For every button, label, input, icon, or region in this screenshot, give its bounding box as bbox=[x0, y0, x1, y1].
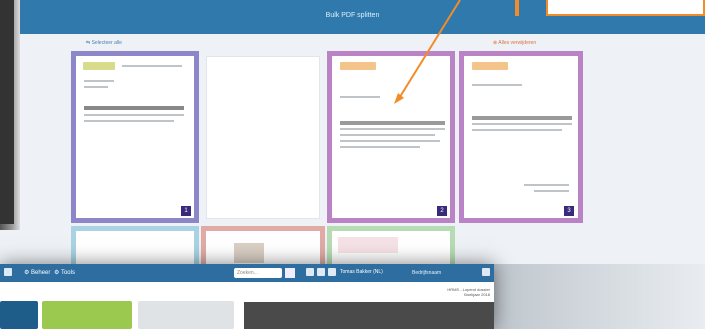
search-icon[interactable] bbox=[285, 268, 295, 278]
menu-icon[interactable] bbox=[4, 268, 12, 276]
app-window: ⚙ Beheer ⚙ Tools Zoeken... Tomas Bakker … bbox=[0, 264, 494, 329]
pdf-page-card[interactable] bbox=[327, 226, 455, 266]
pdf-page-card[interactable] bbox=[206, 56, 320, 219]
pdf-page-card[interactable] bbox=[71, 226, 199, 266]
select-all-link[interactable]: ⇆ Selecteer alle bbox=[86, 40, 122, 46]
background-panel bbox=[0, 0, 14, 224]
doc-logo bbox=[472, 62, 508, 70]
tile[interactable] bbox=[42, 301, 132, 329]
page-number-badge: 2 bbox=[437, 206, 447, 216]
help-icon[interactable] bbox=[317, 268, 325, 276]
preview-pane bbox=[244, 302, 494, 329]
nav-beheer[interactable]: ⚙ Beheer bbox=[24, 269, 50, 276]
pdf-page-card[interactable]: 1 bbox=[71, 51, 199, 223]
pdf-page-card[interactable] bbox=[201, 226, 325, 266]
doc-logo bbox=[340, 62, 376, 70]
tile[interactable] bbox=[0, 301, 38, 329]
top-navbar: ⚙ Beheer ⚙ Tools Zoeken... Tomas Bakker … bbox=[0, 264, 494, 282]
search-input[interactable]: Zoeken... bbox=[234, 268, 282, 278]
logout-icon[interactable] bbox=[482, 268, 490, 276]
page-number-badge: 1 bbox=[181, 206, 191, 216]
phone-icon[interactable] bbox=[328, 268, 336, 276]
doc-logo bbox=[83, 62, 115, 70]
callout-line bbox=[515, 0, 519, 16]
pdf-page-card[interactable]: 2 bbox=[327, 51, 455, 223]
user-info[interactable]: Tomas Bakker (NL) bbox=[340, 269, 383, 275]
callout-box bbox=[546, 0, 705, 16]
pdf-page-card[interactable]: 3 bbox=[459, 51, 583, 223]
page-number-badge: 3 bbox=[564, 206, 574, 216]
remove-all-link[interactable]: ⊗ Alles verwijderen bbox=[493, 40, 536, 46]
tile[interactable] bbox=[138, 301, 234, 329]
dossier-info: HRMS - Lopend dossier Boekjaar 2018 bbox=[447, 287, 490, 297]
nav-tools[interactable]: ⚙ Tools bbox=[54, 269, 75, 276]
company-name[interactable]: Bedrijfsnaam bbox=[412, 270, 441, 276]
document-icon[interactable] bbox=[306, 268, 314, 276]
